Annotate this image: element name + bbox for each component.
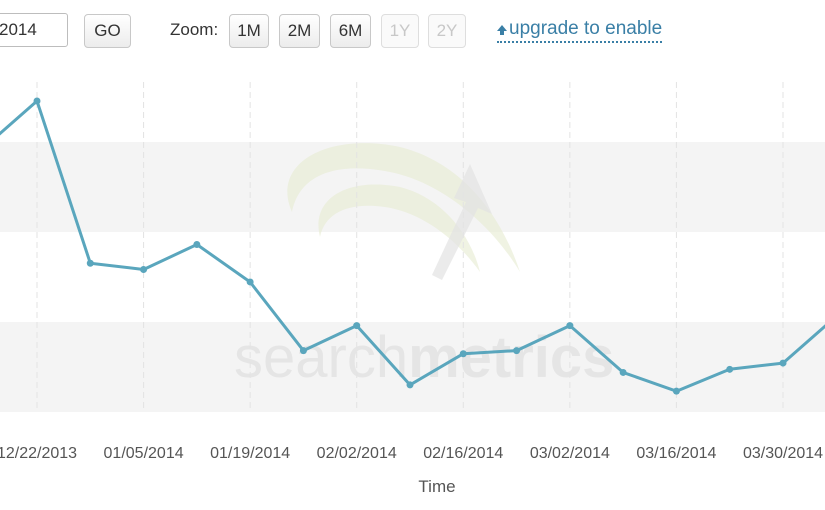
data-point[interactable] bbox=[672, 387, 680, 395]
date-input[interactable] bbox=[0, 13, 68, 47]
x-tick-label: 02/02/2014 bbox=[317, 445, 397, 462]
data-point[interactable] bbox=[353, 322, 361, 330]
x-tick-label: 01/05/2014 bbox=[104, 445, 184, 462]
upgrade-link[interactable]: upgrade to enable bbox=[497, 18, 663, 43]
upgrade-link-label: upgrade to enable bbox=[509, 18, 663, 39]
data-point[interactable] bbox=[726, 365, 734, 373]
x-tick-label: 02/16/2014 bbox=[423, 445, 503, 462]
data-point[interactable] bbox=[406, 381, 414, 389]
arrow-up-icon bbox=[497, 25, 507, 35]
data-point[interactable] bbox=[566, 322, 574, 330]
zoom-label: Zoom: bbox=[170, 20, 219, 39]
data-point[interactable] bbox=[246, 278, 254, 286]
zoom-1y-button[interactable]: 1Y bbox=[381, 14, 419, 48]
x-tick-labels: 12/22/2013 01/05/2014 01/19/2014 02/02/2014… bbox=[0, 445, 823, 462]
data-point[interactable] bbox=[193, 241, 201, 249]
x-tick-label: 03/30/2014 bbox=[743, 445, 823, 462]
data-point[interactable] bbox=[513, 347, 521, 355]
zoom-2m-button[interactable]: 2M bbox=[279, 14, 320, 48]
x-axis-title: Time bbox=[418, 477, 455, 496]
zoom-2y-button[interactable]: 2Y bbox=[428, 14, 466, 48]
line-chart: searchmetrics 12/22/2013 01/05/2014 01/19/… bbox=[0, 82, 825, 496]
data-point[interactable] bbox=[299, 347, 307, 355]
data-point[interactable] bbox=[619, 368, 627, 376]
toolbar: GO Zoom: 1M 2M 6M 1Y 2Y upgrade to enabl… bbox=[0, 0, 825, 62]
x-tick-label: 03/02/2014 bbox=[530, 445, 610, 462]
zoom-1m-button[interactable]: 1M bbox=[229, 14, 269, 48]
zoom-6m-button[interactable]: 6M bbox=[330, 14, 371, 48]
data-point[interactable] bbox=[140, 265, 148, 273]
x-tick-label: 12/22/2013 bbox=[0, 445, 77, 462]
x-tick-label: 01/19/2014 bbox=[210, 445, 290, 462]
data-point[interactable] bbox=[86, 259, 94, 267]
go-button[interactable]: GO bbox=[84, 14, 131, 48]
data-point[interactable] bbox=[779, 359, 787, 367]
data-point[interactable] bbox=[459, 350, 467, 358]
x-tick-label: 03/16/2014 bbox=[636, 445, 716, 462]
data-point[interactable] bbox=[33, 97, 41, 105]
